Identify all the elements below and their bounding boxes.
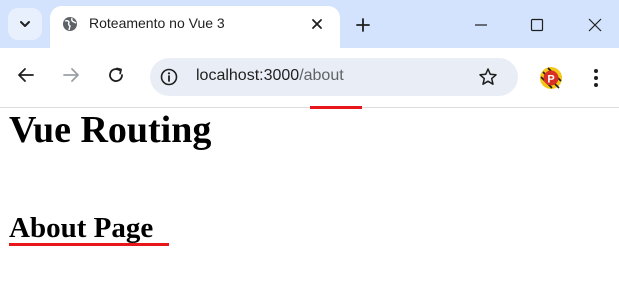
page-subtitle: About Page [9,212,154,244]
maximize-button[interactable] [524,12,550,38]
arrow-right-icon [63,68,79,82]
info-icon [160,68,178,86]
maximize-icon [530,18,544,32]
bookmark-button[interactable] [477,66,499,88]
address-bar[interactable]: localhost:3000/about [150,58,518,109]
url-path: /about [299,67,344,84]
forward-button[interactable] [59,63,83,87]
extension-profile-icon[interactable]: P [539,66,563,90]
svg-text:P: P [547,73,554,85]
reload-icon [109,67,123,82]
more-vertical-icon [594,69,598,87]
tab-strip: Roteamento no Vue 3 [0,0,619,48]
globe-icon [63,17,77,31]
close-window-button[interactable] [582,12,608,38]
tab-search-button[interactable] [8,8,42,40]
url-host: localhost:3000 [196,67,300,84]
arrow-left-icon [18,68,34,82]
tab-title: Roteamento no Vue 3 [89,15,225,31]
browser-menu-button[interactable] [586,66,606,90]
close-icon [312,19,322,29]
page-title: Vue Routing [9,109,212,151]
subtitle-annotation-underline [9,243,169,246]
chevron-down-icon [20,21,30,27]
plus-icon [356,18,370,32]
close-window-icon [588,18,602,32]
back-button[interactable] [14,63,38,87]
site-info-button[interactable] [158,66,180,88]
page-content: Vue Routing About Page [0,108,619,307]
active-tab[interactable]: Roteamento no Vue 3 [50,6,340,48]
minimize-icon [475,24,487,26]
star-icon [479,68,497,85]
reload-button[interactable] [104,63,128,87]
close-tab-button[interactable] [308,15,326,33]
browser-toolbar: localhost:3000/about P [0,48,619,109]
minimize-button[interactable] [468,12,494,38]
new-tab-button[interactable] [352,14,374,36]
url-text[interactable]: localhost:3000/about [196,67,344,85]
